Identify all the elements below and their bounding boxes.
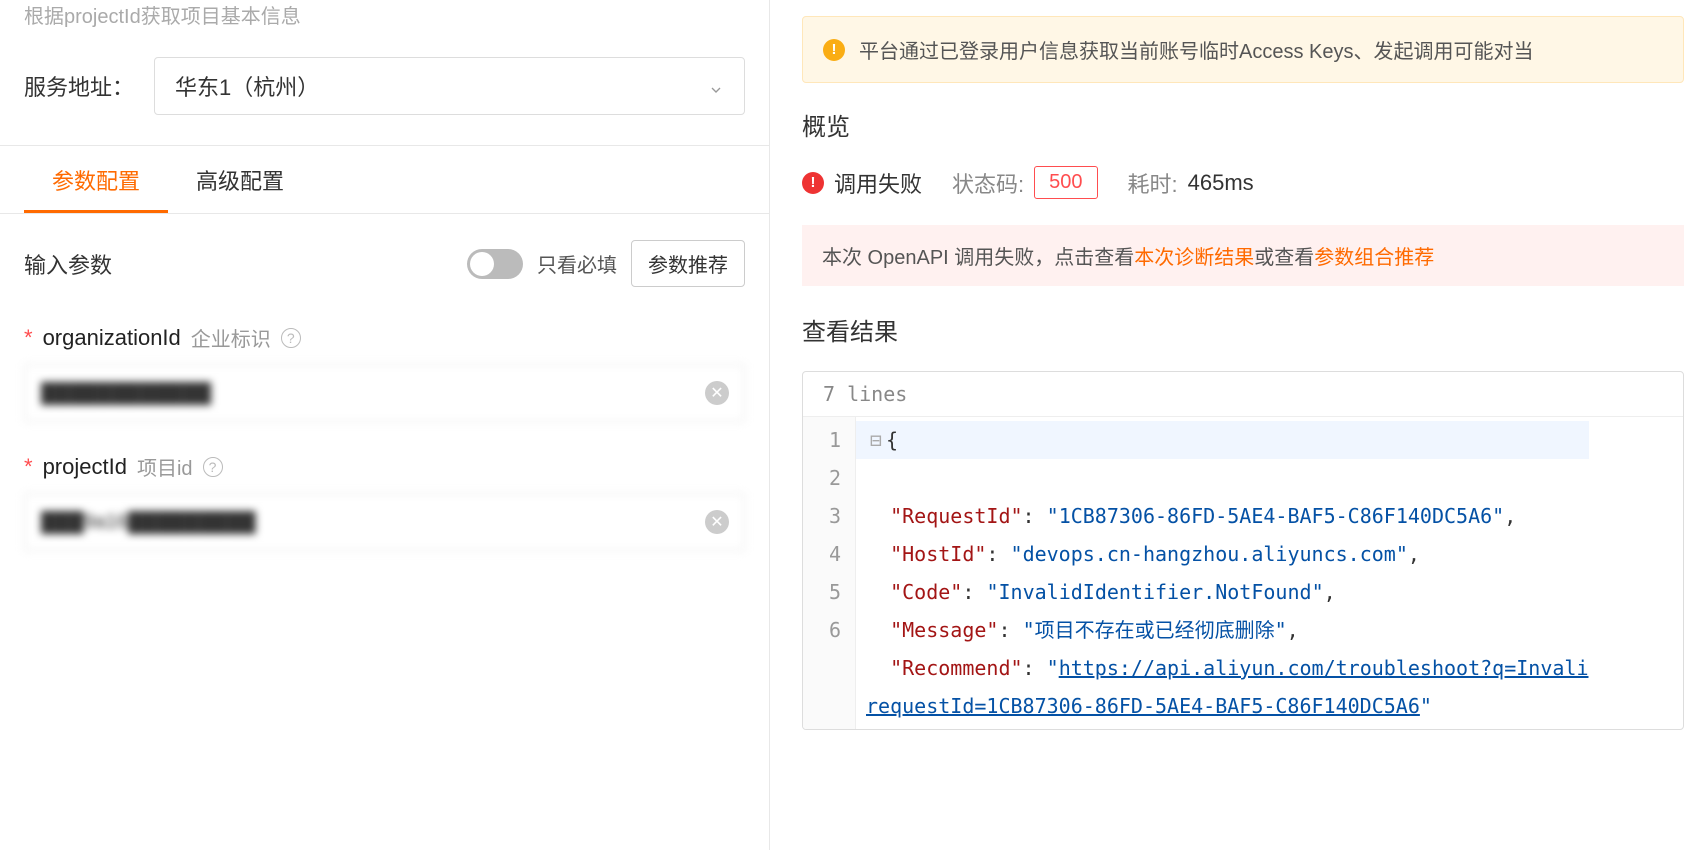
status-code-value: 500 [1034, 166, 1097, 199]
err-prefix: 本次 OpenAPI 调用失败，点击查看 [822, 247, 1134, 269]
input-params-title: 输入参数 [24, 248, 112, 280]
help-icon[interactable]: ? [281, 328, 301, 348]
field-project-id: * projectId 项目id ? ✕ [24, 452, 745, 551]
error-icon: ! [802, 172, 824, 194]
field-organization-id: * organizationId 企业标识 ? ✕ [24, 323, 745, 422]
clear-icon[interactable]: ✕ [705, 381, 729, 405]
gutter: 123456 [803, 417, 856, 729]
elapsed: 耗时: 465ms [1128, 167, 1254, 199]
fold-icon[interactable]: ⊟ [870, 428, 882, 452]
diagnostic-link[interactable]: 本次诊断结果 [1134, 247, 1254, 269]
input-params-controls: 只看必填 参数推荐 [467, 240, 745, 287]
required-only-label: 只看必填 [537, 249, 617, 278]
organization-id-input[interactable] [24, 364, 745, 422]
resp-recommend-link-1[interactable]: https://api.aliyun.com/troubleshoot?q=In… [1059, 656, 1589, 680]
project-id-input[interactable] [24, 493, 745, 551]
json-code[interactable]: ⊟{ "RequestId": "1CB87306-86FD-5AE4-BAF5… [856, 417, 1599, 729]
service-address-value: 华东1（杭州） [175, 70, 319, 102]
resp-message: 项目不存在或已经彻底删除 [1035, 618, 1275, 642]
right-panel: ! 平台通过已登录用户信息获取当前账号临时Access Keys、发起调用可能对… [770, 0, 1684, 850]
call-fail-text: 调用失败 [834, 167, 922, 199]
chevron-down-icon [708, 78, 724, 94]
required-asterisk: * [24, 325, 33, 351]
api-description: 根据projectId获取项目基本信息 [0, 0, 769, 39]
code-area[interactable]: 123456 ⊟{ "RequestId": "1CB87306-86FD-5A… [803, 417, 1683, 729]
status-code-label: 状态码: [952, 167, 1024, 199]
error-banner: 本次 OpenAPI 调用失败，点击查看本次诊断结果或查看参数组合推荐 [802, 225, 1684, 286]
input-wrap: ✕ [24, 493, 745, 551]
access-keys-notice: ! 平台通过已登录用户信息获取当前账号临时Access Keys、发起调用可能对… [802, 16, 1684, 83]
field-label-row: * organizationId 企业标识 ? [24, 323, 745, 352]
service-address-select[interactable]: 华东1（杭州） [154, 57, 745, 115]
service-address-label: 服务地址： [24, 70, 134, 102]
warning-icon: ! [823, 39, 845, 61]
elapsed-label: 耗时: [1128, 167, 1178, 199]
param-recommend-link[interactable]: 参数组合推荐 [1314, 247, 1434, 269]
input-params-section: 输入参数 只看必填 参数推荐 * organizationId 企业标识 ? ✕… [0, 214, 769, 607]
tab-params[interactable]: 参数配置 [24, 146, 168, 213]
input-params-header: 输入参数 只看必填 参数推荐 [24, 240, 745, 287]
status-row: ! 调用失败 状态码: 500 耗时: 465ms [802, 166, 1684, 199]
param-recommend-button[interactable]: 参数推荐 [631, 240, 745, 287]
clear-icon[interactable]: ✕ [705, 510, 729, 534]
status-code: 状态码: 500 [952, 166, 1098, 199]
field-name: projectId [43, 454, 127, 480]
resp-code: InvalidIdentifier.NotFound [998, 580, 1311, 604]
field-label-row: * projectId 项目id ? [24, 452, 745, 481]
notice-text: 平台通过已登录用户信息获取当前账号临时Access Keys、发起调用可能对当 [859, 35, 1533, 64]
result-lines-count: 7 lines [803, 372, 1683, 417]
resp-request-id: 1CB87306-86FD-5AE4-BAF5-C86F140DC5A6 [1059, 504, 1492, 528]
result-title: 查看结果 [802, 312, 1684, 347]
err-mid: 或查看 [1254, 247, 1314, 269]
left-panel: 根据projectId获取项目基本信息 服务地址： 华东1（杭州） 参数配置 高… [0, 0, 770, 850]
config-tabs: 参数配置 高级配置 [0, 145, 769, 214]
resp-recommend-link-2[interactable]: requestId=1CB87306-86FD-5AE4-BAF5-C86F14… [866, 694, 1420, 718]
field-desc: 企业标识 [191, 323, 271, 352]
service-address-row: 服务地址： 华东1（杭州） [0, 39, 769, 145]
input-wrap: ✕ [24, 364, 745, 422]
result-box: 7 lines 123456 ⊟{ "RequestId": "1CB87306… [802, 371, 1684, 730]
overview-title: 概览 [802, 107, 1684, 142]
tab-advanced[interactable]: 高级配置 [168, 146, 312, 213]
field-desc: 项目id [137, 452, 193, 481]
required-asterisk: * [24, 454, 33, 480]
field-name: organizationId [43, 325, 181, 351]
call-status: ! 调用失败 [802, 167, 922, 199]
required-only-toggle[interactable] [467, 249, 523, 279]
help-icon[interactable]: ? [203, 457, 223, 477]
elapsed-value: 465ms [1188, 170, 1254, 196]
resp-host-id: devops.cn-hangzhou.aliyuncs.com [1023, 542, 1396, 566]
